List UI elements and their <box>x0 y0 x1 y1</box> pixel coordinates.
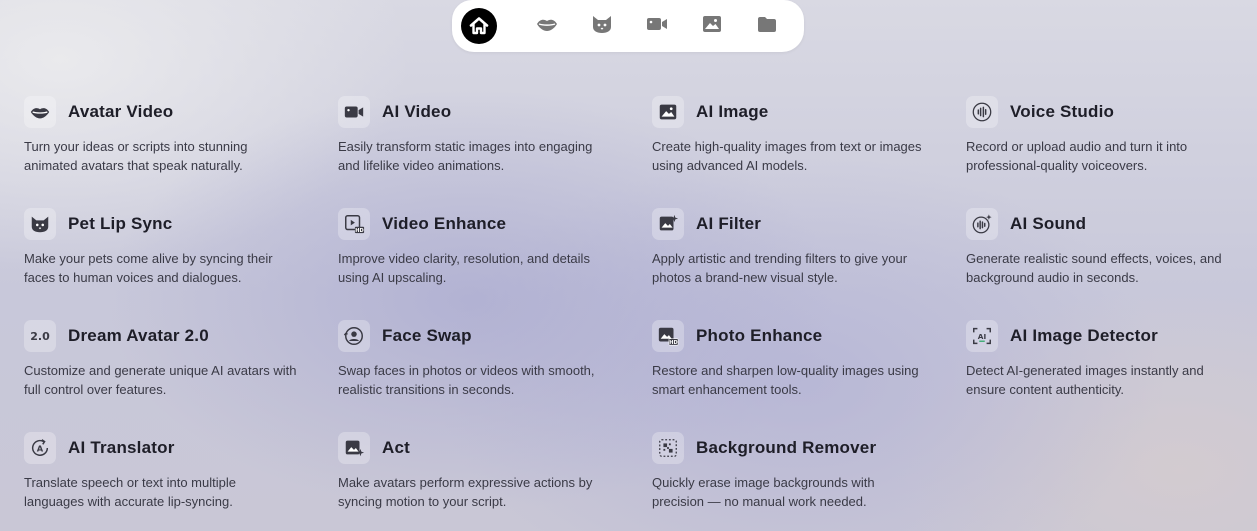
feature-description: Translate speech or text into multiple l… <box>24 475 236 509</box>
feature-card-pet-lip-sync[interactable]: Pet Lip Sync Make your pets come alive by… <box>24 208 314 298</box>
feature-description: Make avatars perform expressive actions … <box>338 475 593 509</box>
feature-title: Video Enhance <box>382 214 507 233</box>
feature-card-voice-studio[interactable]: Voice Studio Record or upload audio and t… <box>966 96 1256 186</box>
feature-card-header: AI Video <box>338 96 628 128</box>
nav-ai-video-button[interactable] <box>630 1 685 51</box>
feature-description: Make your pets come alive by syncing the… <box>24 251 273 285</box>
background-remove-icon <box>652 432 684 464</box>
feature-title: Dream Avatar 2.0 <box>68 326 209 345</box>
feature-card-ai-sound[interactable]: AI Sound Generate realistic sound effects… <box>966 208 1256 298</box>
nav-avatar-video-button[interactable] <box>520 1 575 51</box>
image-hd-icon: HD <box>652 320 684 352</box>
feature-card-ai-translator[interactable]: A AI Translator Translate speech or text i… <box>24 432 314 522</box>
cat-icon <box>24 208 56 240</box>
video-hd-icon: HD <box>338 208 370 240</box>
feature-title: Voice Studio <box>1010 102 1115 121</box>
feature-title: AI Image Detector <box>1010 326 1158 345</box>
feature-card-header: AI Filter <box>652 208 942 240</box>
cat-icon <box>590 12 614 41</box>
ai-detect-icon: AI <box>966 320 998 352</box>
feature-description: Customize and generate unique AI avatars… <box>24 363 297 397</box>
feature-card-header: AI Sound <box>966 208 1256 240</box>
feature-card-video-enhance[interactable]: HD Video Enhance Improve video clarity, re… <box>338 208 628 298</box>
feature-card-header: HD Photo Enhance <box>652 320 942 352</box>
feature-title: Act <box>382 438 410 457</box>
nav-ai-image-button[interactable] <box>684 1 739 51</box>
feature-title: AI Translator <box>68 438 175 457</box>
feature-description: Quickly erase image backgrounds with pre… <box>652 475 875 509</box>
lips-icon <box>24 96 56 128</box>
feature-card-photo-enhance[interactable]: HD Photo Enhance Restore and sharpen low-q… <box>652 320 942 410</box>
feature-card-header: AI AI Image Detector <box>966 320 1256 352</box>
video-camera-icon <box>338 96 370 128</box>
feature-description: Record or upload audio and turn it into … <box>966 139 1188 173</box>
version-badge-icon: 2.0 <box>24 320 56 352</box>
feature-title: Photo Enhance <box>696 326 823 345</box>
nav-home-button[interactable] <box>461 1 497 51</box>
nav-folder-button[interactable] <box>739 1 794 51</box>
lips-icon <box>535 12 559 41</box>
feature-card-dream-avatar-2-0[interactable]: 2.0 Dream Avatar 2.0 Customize and generat… <box>24 320 314 410</box>
version-badge-text: 2.0 <box>30 329 50 343</box>
feature-card-avatar-video[interactable]: Avatar Video Turn your ideas or scripts i… <box>24 96 314 186</box>
act-icon <box>338 432 370 464</box>
feature-description: Easily transform static images into enga… <box>338 139 593 173</box>
nav-pet-lip-sync-button[interactable] <box>575 1 630 51</box>
feature-card-ai-image[interactable]: AI Image Create high-quality images from … <box>652 96 942 186</box>
feature-card-header: 2.0 Dream Avatar 2.0 <box>24 320 314 352</box>
feature-description: Generate realistic sound effects, voices… <box>966 251 1222 285</box>
ai-badge-text: AI <box>978 332 987 341</box>
feature-description: Detect AI-generated images instantly and… <box>966 363 1204 397</box>
image-icon <box>652 96 684 128</box>
feature-card-background-remover[interactable]: Background Remover Quickly erase image ba… <box>652 432 942 522</box>
sound-wave-icon <box>966 96 998 128</box>
feature-card-header: Background Remover <box>652 432 942 464</box>
feature-card-header: Pet Lip Sync <box>24 208 314 240</box>
feature-title: AI Video <box>382 102 452 121</box>
feature-card-face-swap[interactable]: Face Swap Swap faces in photos or videos … <box>338 320 628 410</box>
feature-description: Swap faces in photos or videos with smoo… <box>338 363 595 397</box>
feature-title: Pet Lip Sync <box>68 214 173 233</box>
feature-title: Face Swap <box>382 326 472 345</box>
translate-icon: A <box>24 432 56 464</box>
svg-text:HD: HD <box>669 340 677 346</box>
feature-title: Avatar Video <box>68 102 174 121</box>
face-swap-icon <box>338 320 370 352</box>
feature-card-header: Act <box>338 432 628 464</box>
image-icon <box>700 12 724 41</box>
feature-title: AI Filter <box>696 214 762 233</box>
feature-card-header: Voice Studio <box>966 96 1256 128</box>
feature-card-ai-video[interactable]: AI Video Easily transform static images i… <box>338 96 628 186</box>
feature-description: Restore and sharpen low-quality images u… <box>652 363 919 397</box>
sound-sparkle-icon <box>966 208 998 240</box>
feature-title: Background Remover <box>696 438 877 457</box>
feature-card-act[interactable]: Act Make avatars perform expressive actio… <box>338 432 628 522</box>
video-camera-icon <box>645 12 669 41</box>
svg-text:HD: HD <box>355 228 363 234</box>
translate-badge-text: A <box>37 444 44 454</box>
feature-card-header: AI Image <box>652 96 942 128</box>
feature-title: AI Sound <box>1010 214 1087 233</box>
feature-description: Improve video clarity, resolution, and d… <box>338 251 590 285</box>
feature-description: Turn your ideas or scripts into stunning… <box>24 139 248 173</box>
feature-card-header: A AI Translator <box>24 432 314 464</box>
feature-card-header: HD Video Enhance <box>338 208 628 240</box>
filter-sparkle-icon <box>652 208 684 240</box>
feature-description: Create high-quality images from text or … <box>652 139 922 173</box>
feature-card-ai-filter[interactable]: AI Filter Apply artistic and trending fil… <box>652 208 942 298</box>
feature-card-ai-image-detector[interactable]: AI AI Image Detector Detect AI-generated i… <box>966 320 1256 410</box>
feature-card-header: Avatar Video <box>24 96 314 128</box>
top-nav-bar <box>452 0 804 52</box>
feature-description: Apply artistic and trending filters to g… <box>652 251 908 285</box>
folder-icon <box>755 12 779 41</box>
feature-card-header: Face Swap <box>338 320 628 352</box>
feature-title: AI Image <box>696 102 769 121</box>
home-icon <box>461 8 497 44</box>
